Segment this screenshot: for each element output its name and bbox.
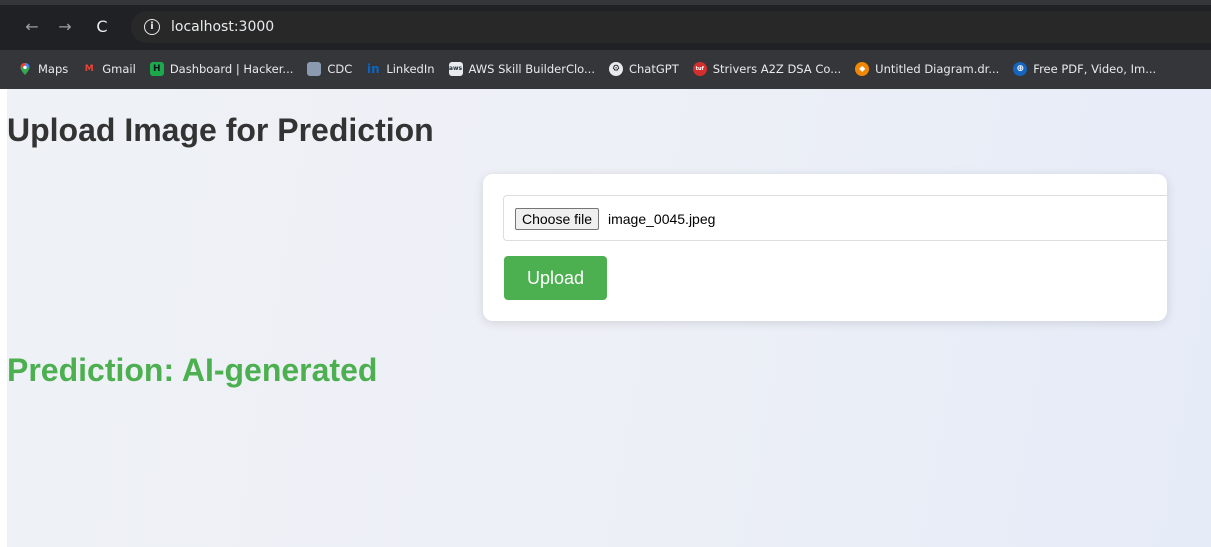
hackerrank-icon: H xyxy=(149,62,164,76)
takeuforward-icon: tuf xyxy=(692,62,707,76)
bookmark-chatgpt[interactable]: ⚙ ChatGPT xyxy=(608,62,679,76)
upload-button[interactable]: Upload xyxy=(504,256,607,300)
selected-file-name: image_0045.jpeg xyxy=(608,211,716,227)
choose-file-button[interactable]: Choose file xyxy=(515,208,600,230)
bookmark-label: AWS Skill BuilderClo... xyxy=(468,62,595,76)
chatgpt-icon: ⚙ xyxy=(608,62,623,76)
url-text[interactable]: localhost:3000 xyxy=(171,18,274,36)
bookmark-label: LinkedIn xyxy=(386,62,435,76)
bookmark-label: Strivers A2Z DSA Co... xyxy=(712,62,842,76)
linkedin-icon: in xyxy=(366,62,380,76)
bookmark-label: Free PDF, Video, Im... xyxy=(1033,62,1157,76)
upload-card: Choose file image_0045.jpeg Upload xyxy=(483,174,1167,321)
bookmark-cdc[interactable]: CDC xyxy=(307,62,352,76)
bookmark-maps[interactable]: Maps xyxy=(18,62,68,76)
back-arrow-icon[interactable]: ← xyxy=(22,17,42,37)
bookmark-label: ChatGPT xyxy=(628,62,679,76)
reload-icon[interactable]: C xyxy=(92,17,112,37)
maps-icon xyxy=(18,62,32,76)
bookmark-gmail[interactable]: M Gmail xyxy=(82,62,136,76)
forward-arrow-icon[interactable]: → xyxy=(55,17,75,37)
bookmark-linkedin[interactable]: in LinkedIn xyxy=(366,62,435,76)
gmail-icon: M xyxy=(84,64,94,74)
page-content: Upload Image for Prediction Choose file … xyxy=(7,89,1211,547)
bookmark-label: Dashboard | Hacker... xyxy=(169,62,294,76)
bookmark-label: Untitled Diagram.dr... xyxy=(875,62,1000,76)
bookmark-label: Gmail xyxy=(102,62,136,76)
bookmark-hackerrank[interactable]: H Dashboard | Hacker... xyxy=(149,62,294,76)
bookmark-aws[interactable]: aws AWS Skill BuilderClo... xyxy=(448,62,595,76)
browser-chrome: ← → C i localhost:3000 Maps M Gmail H Da… xyxy=(0,0,1211,89)
bookmarks-bar: Maps M Gmail H Dashboard | Hacker... CDC… xyxy=(0,52,1211,86)
file-input[interactable]: Choose file image_0045.jpeg xyxy=(503,195,1167,241)
bookmark-converter[interactable]: ⊕ Free PDF, Video, Im... xyxy=(1013,62,1156,76)
bookmark-strivers[interactable]: tuf Strivers A2Z DSA Co... xyxy=(692,62,842,76)
browser-toolbar: ← → C i localhost:3000 xyxy=(0,5,1211,50)
bookmark-label: Maps xyxy=(38,62,69,76)
aws-icon: aws xyxy=(448,62,463,76)
prediction-result: Prediction: AI-generated xyxy=(7,352,378,388)
page-title: Upload Image for Prediction xyxy=(7,112,434,148)
drawio-icon: ◆ xyxy=(855,62,870,76)
converter-icon: ⊕ xyxy=(1013,62,1028,76)
bookmark-drawio[interactable]: ◆ Untitled Diagram.dr... xyxy=(855,62,999,76)
bookmark-label: CDC xyxy=(327,62,353,76)
cdc-icon xyxy=(307,62,322,76)
site-info-icon[interactable]: i xyxy=(144,19,160,35)
address-bar[interactable]: i localhost:3000 xyxy=(131,11,1211,43)
